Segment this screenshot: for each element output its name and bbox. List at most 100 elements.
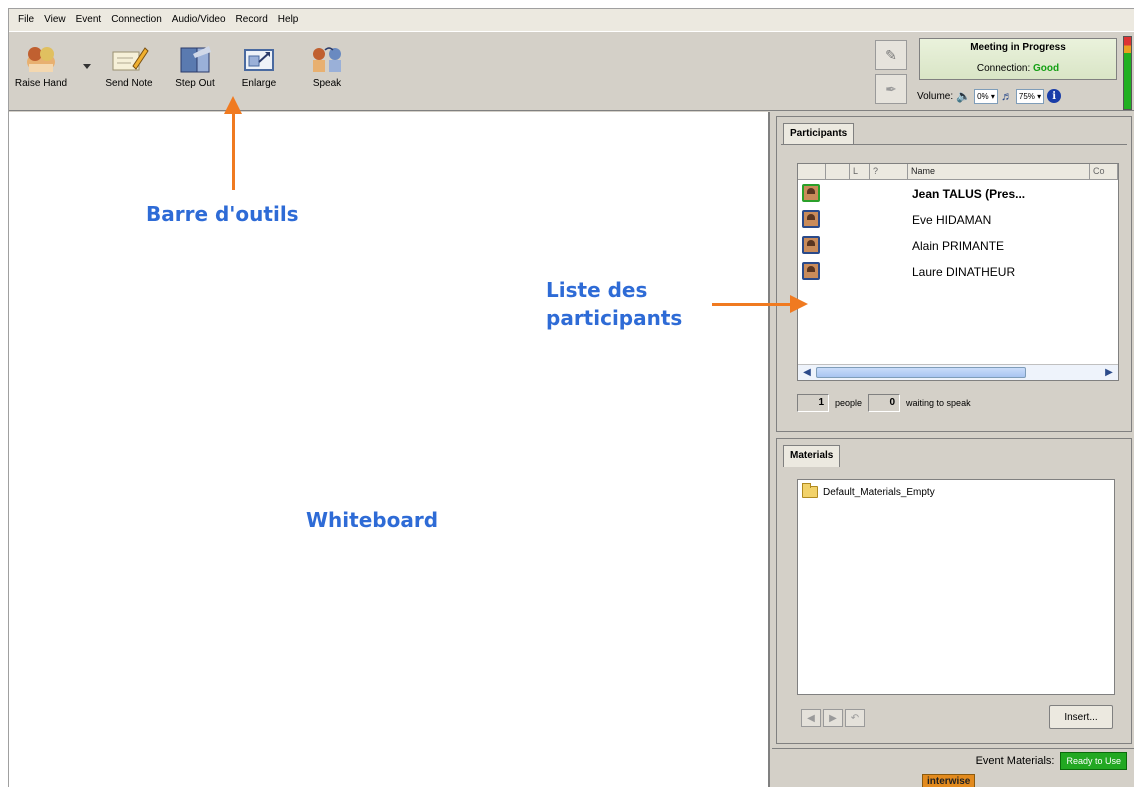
participant-name: Laure DINATHEUR — [912, 265, 1016, 279]
microphone-icon: ♬ — [1000, 89, 1013, 103]
previous-button[interactable]: ◀ — [801, 709, 821, 727]
speak-label: Speak — [312, 78, 342, 89]
connection-value: Good — [1033, 63, 1060, 74]
menu-record[interactable]: Record — [231, 10, 273, 30]
participant-name: Jean TALUS (Pres... — [912, 187, 1026, 201]
presenter-avatar-icon — [802, 184, 820, 202]
enlarge-icon — [239, 44, 279, 74]
toolbar-annotation-arrow — [224, 96, 242, 190]
microphone-icon: ✎ — [885, 46, 897, 63]
menu-bar: File View Event Connection Audio/Video R… — [9, 9, 1134, 31]
brand-logo: interwise — [922, 774, 976, 787]
speaker-icon: 🔈 — [956, 89, 972, 103]
materials-nav: ◀ ▶ ↶ — [801, 709, 865, 727]
meeting-status-title: Meeting in Progress — [970, 42, 1066, 53]
participants-horizontal-scrollbar[interactable]: ◀ ▶ — [798, 364, 1118, 380]
connection-status: Connection: Good — [920, 63, 1116, 74]
toolbar-annotation: Barre d'outils — [146, 202, 299, 226]
enlarge-label: Enlarge — [241, 78, 277, 89]
side-tools: ✎ ✒ — [875, 40, 915, 108]
send-note-button[interactable]: Send Note — [101, 44, 157, 96]
menu-file[interactable]: File — [13, 10, 39, 30]
scroll-right-icon[interactable]: ▶ — [1102, 366, 1116, 379]
whiteboard-annotation: Whiteboard — [306, 508, 439, 532]
speak-button[interactable]: Speak — [299, 44, 355, 96]
ready-status-badge: Ready to Use — [1060, 751, 1127, 770]
right-panel: Participants L ? Name Co Jean TALUS (Pre… — [772, 112, 1134, 787]
raise-hand-icon — [21, 44, 61, 74]
scrollbar-thumb[interactable] — [816, 367, 1026, 378]
step-out-label: Step Out — [175, 78, 215, 89]
menu-view[interactable]: View — [39, 10, 71, 30]
participant-row[interactable]: Eve HIDAMAN — [798, 208, 1118, 232]
participants-panel: Participants L ? Name Co Jean TALUS (Pre… — [776, 116, 1132, 432]
step-out-button[interactable]: Step Out — [167, 44, 223, 96]
waiting-count: 0 — [868, 394, 901, 412]
pen-tool-button[interactable]: ✒ — [875, 74, 907, 104]
people-count: 1 — [797, 394, 829, 412]
tab-participants[interactable]: Participants — [783, 123, 855, 145]
meeting-status-panel: Meeting in Progress Connection: Good — [919, 38, 1117, 80]
mic-volume-select[interactable]: 75% ▾ — [1015, 88, 1045, 104]
column-status[interactable] — [798, 164, 826, 179]
enlarge-button[interactable]: Enlarge — [231, 44, 287, 96]
info-icon[interactable]: i — [1047, 89, 1062, 103]
participant-row[interactable]: Jean TALUS (Pres... — [798, 182, 1118, 206]
menu-help[interactable]: Help — [273, 10, 304, 30]
event-materials-label: Event Materials: — [975, 754, 1055, 767]
pen-icon: ✒ — [885, 80, 897, 97]
folder-icon — [802, 483, 818, 498]
event-materials-bar: Event Materials: Ready to Use — [772, 748, 1134, 772]
speaker-volume-select[interactable]: 0% ▾ — [974, 88, 998, 104]
column-question[interactable]: ? — [870, 164, 908, 179]
volume-controls: Volume: 🔈 0% ▾ ♬ 75% ▾ i — [917, 86, 1117, 106]
whiteboard-area[interactable] — [9, 112, 770, 787]
send-note-label: Send Note — [105, 78, 153, 89]
column-extra[interactable]: Co — [1090, 164, 1118, 179]
material-item[interactable]: Default_Materials_Empty — [802, 483, 935, 498]
participant-row[interactable]: Alain PRIMANTE — [798, 234, 1118, 258]
raise-hand-button[interactable]: Raise Hand — [13, 44, 69, 96]
speaker-volume-value: 0% — [977, 91, 989, 101]
participants-list: L ? Name Co Jean TALUS (Pres... Eve HIDA… — [797, 163, 1119, 381]
participants-annotation: Liste des participants — [546, 276, 682, 332]
insert-button[interactable]: Insert... — [1049, 705, 1113, 729]
participant-counts: 1 people 0 waiting to speak — [797, 393, 971, 413]
speak-icon — [307, 44, 347, 74]
mic-volume-value: 75% — [1018, 91, 1035, 101]
column-name[interactable]: Name — [908, 164, 1090, 179]
scroll-left-icon[interactable]: ◀ — [800, 366, 814, 379]
participant-avatar-icon — [802, 236, 820, 254]
participants-annotation-arrow — [712, 295, 808, 313]
raise-hand-label: Raise Hand — [14, 78, 68, 89]
raise-hand-dropdown-icon[interactable] — [83, 64, 91, 69]
participant-row[interactable]: Laure DINATHEUR — [798, 260, 1118, 284]
next-button[interactable]: ▶ — [823, 709, 843, 727]
participant-name: Alain PRIMANTE — [912, 239, 1005, 253]
material-item-label: Default_Materials_Empty — [823, 486, 935, 498]
step-out-icon — [175, 44, 215, 74]
menu-audio-video[interactable]: Audio/Video — [167, 10, 231, 30]
send-note-icon — [109, 44, 149, 74]
participants-annotation-line2: participants — [546, 306, 683, 330]
column-l[interactable]: L — [850, 164, 870, 179]
audio-level-meter — [1123, 36, 1132, 110]
materials-panel: Materials Default_Materials_Empty ◀ ▶ ↶ … — [776, 438, 1132, 744]
tab-materials[interactable]: Materials — [783, 445, 841, 467]
participant-name: Eve HIDAMAN — [912, 213, 992, 227]
participants-annotation-line1: Liste des — [546, 278, 648, 302]
materials-list: Default_Materials_Empty — [797, 479, 1115, 695]
waiting-label: waiting to speak — [906, 398, 971, 408]
connection-label: Connection: — [976, 63, 1031, 74]
menu-connection[interactable]: Connection — [106, 10, 167, 30]
mic-tool-button[interactable]: ✎ — [875, 40, 907, 70]
volume-label: Volume: — [917, 90, 954, 102]
participant-avatar-icon — [802, 262, 820, 280]
participants-tab-body: L ? Name Co Jean TALUS (Pres... Eve HIDA… — [781, 144, 1127, 427]
return-button[interactable]: ↶ — [845, 709, 865, 727]
column-hand[interactable] — [826, 164, 850, 179]
people-label: people — [835, 398, 863, 408]
toolbar: Raise Hand Send Note Step Out Enlarge Sp… — [9, 31, 1134, 111]
menu-event[interactable]: Event — [71, 10, 107, 30]
conference-window: File View Event Connection Audio/Video R… — [8, 8, 1134, 787]
